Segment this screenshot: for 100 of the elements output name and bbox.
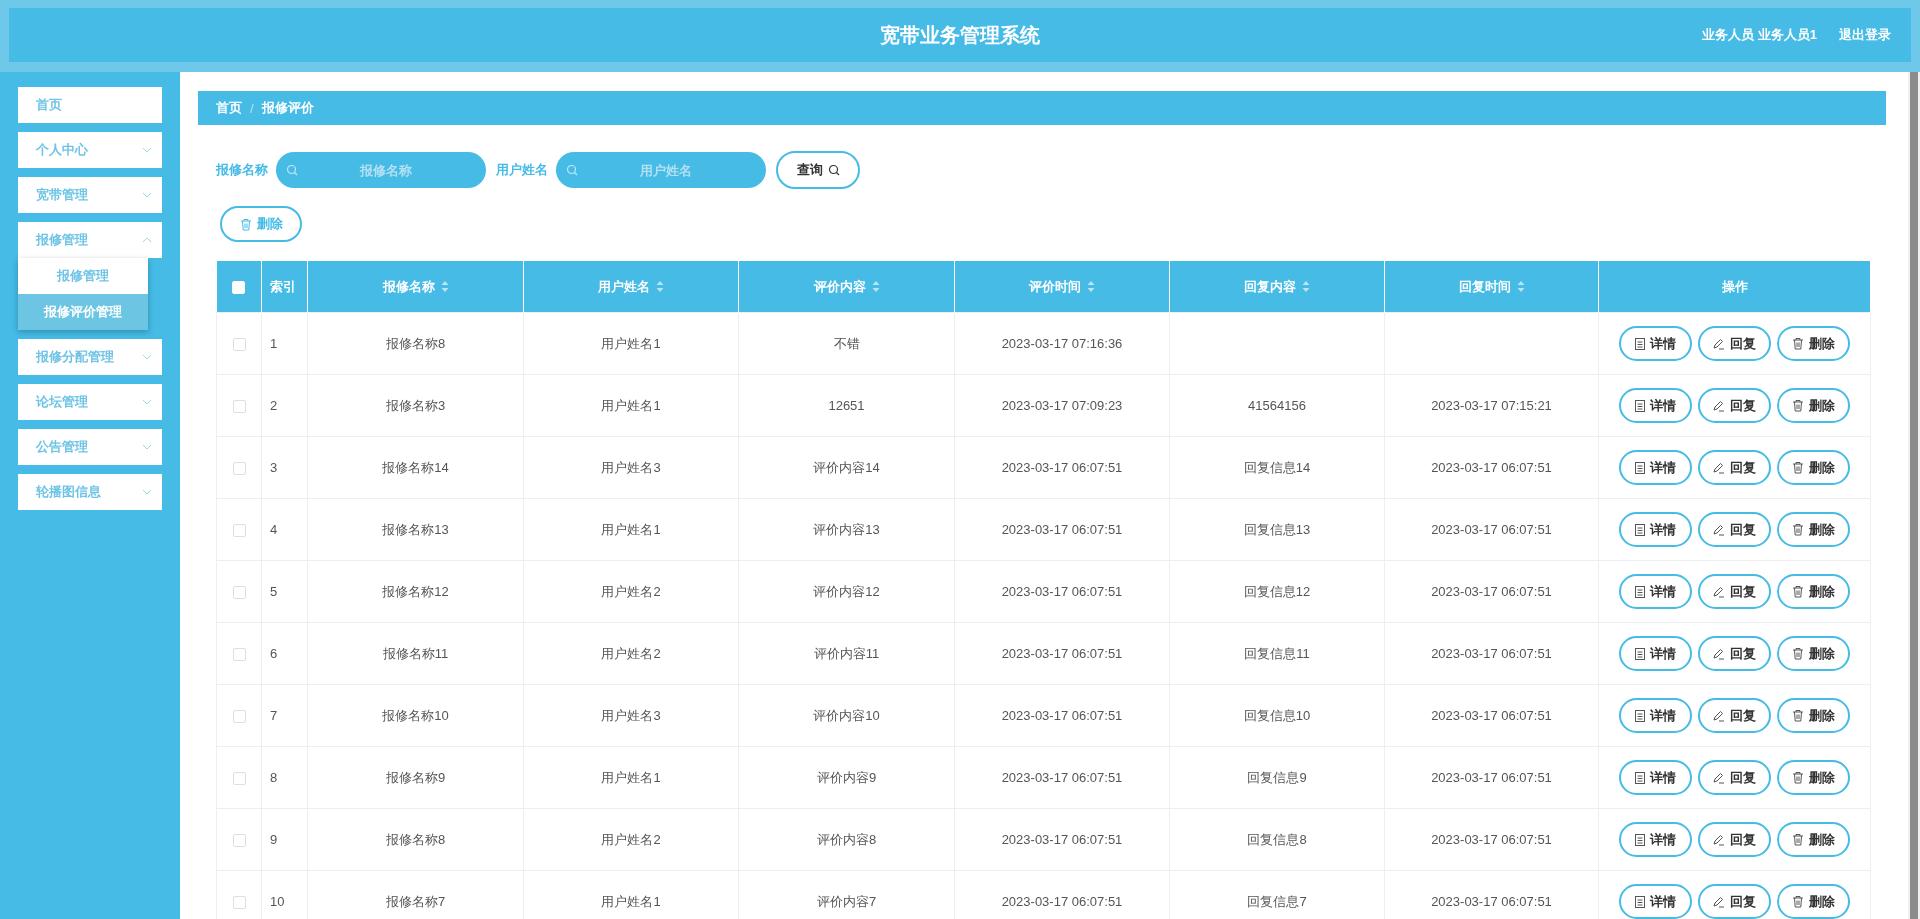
sort-icon[interactable] (1087, 280, 1095, 292)
row-checkbox[interactable] (232, 648, 246, 662)
row-checkbox[interactable] (232, 896, 246, 910)
row-action-button[interactable]: 删除 (1777, 698, 1850, 733)
row-action-button[interactable]: 回复 (1698, 884, 1771, 919)
row-checkbox[interactable] (232, 338, 246, 352)
table-cell: 评价内容14 (813, 459, 880, 475)
chevron-icon (142, 192, 152, 198)
table-cell: 评价内容10 (813, 707, 880, 723)
table-cell: 2023-03-17 07:09:23 (1001, 398, 1123, 413)
app-title: 宽带业务管理系统 (880, 22, 1040, 48)
table-cell: 2023-03-17 06:07:51 (1431, 708, 1552, 723)
row-action-button[interactable]: 回复 (1698, 822, 1771, 857)
row-checkbox[interactable] (232, 710, 246, 724)
field-label: 用户姓名 (496, 161, 548, 179)
row-action-button[interactable]: 详情 (1619, 822, 1692, 857)
table-cell: 2023-03-17 06:07:51 (1431, 894, 1552, 909)
row-action-button[interactable]: 详情 (1619, 760, 1692, 795)
row-action-button[interactable]: 删除 (1777, 822, 1850, 857)
pencil-icon (1713, 523, 1725, 536)
row-action-button[interactable]: 删除 (1777, 760, 1850, 795)
row-action-button[interactable]: 回复 (1698, 698, 1771, 733)
table-cell: 7 (270, 708, 278, 723)
row-action-button[interactable]: 详情 (1619, 326, 1692, 361)
row-action-button[interactable]: 回复 (1698, 636, 1771, 671)
search-field[interactable]: 报修名称 (276, 152, 486, 188)
row-checkbox[interactable] (232, 834, 246, 848)
sort-icon[interactable] (1516, 280, 1525, 292)
row-action-button[interactable]: 删除 (1777, 450, 1850, 485)
table-cell: 评价内容11 (813, 645, 880, 661)
table-cell: 报修名称14 (382, 459, 449, 475)
row-checkbox[interactable] (232, 772, 246, 786)
table-cell: 1 (270, 336, 278, 351)
table-cell: 评价内容13 (813, 521, 880, 537)
row-action-button[interactable]: 回复 (1698, 450, 1771, 485)
table-cell: 2023-03-17 06:07:51 (1001, 460, 1123, 475)
table-cell: 2023-03-17 06:07:51 (1431, 522, 1552, 537)
table-cell: 报修名称12 (382, 583, 449, 599)
row-action-button[interactable]: 详情 (1619, 698, 1692, 733)
pencil-icon (1713, 461, 1725, 474)
trash-icon (1792, 833, 1804, 846)
table-cell: 2023-03-17 07:16:36 (1001, 336, 1123, 351)
table-cell: 回复信息13 (1243, 521, 1311, 537)
row-action-button[interactable]: 删除 (1777, 636, 1850, 671)
pencil-icon (1713, 399, 1725, 412)
row-action-button[interactable]: 删除 (1777, 884, 1850, 919)
row-checkbox[interactable] (232, 524, 246, 538)
row-action-button[interactable]: 回复 (1698, 388, 1771, 423)
table-cell: 2023-03-17 06:07:51 (1431, 460, 1552, 475)
table-cell: 回复信息8 (1247, 831, 1307, 847)
table-cell: 回复信息7 (1247, 893, 1307, 909)
row-action-button[interactable]: 详情 (1619, 450, 1692, 485)
sort-icon[interactable] (1302, 280, 1310, 292)
search-field[interactable]: 用户姓名 (556, 152, 766, 188)
table-cell: 用户姓名3 (601, 707, 661, 723)
table-cell: 报修名称11 (382, 645, 449, 661)
table-cell: 2023-03-17 06:07:51 (1001, 522, 1123, 537)
table-cell: 10 (270, 894, 285, 909)
scrollbar[interactable] (1908, 72, 1920, 919)
select-all-checkbox[interactable] (232, 281, 246, 295)
table-cell: 2023-03-17 06:07:51 (1001, 832, 1123, 847)
row-action-button[interactable]: 回复 (1698, 512, 1771, 547)
chevron-icon (142, 354, 152, 360)
trash-icon (1792, 895, 1804, 908)
table-cell: 12651 (828, 398, 865, 413)
table-cell: 2023-03-17 06:07:51 (1001, 584, 1123, 599)
row-checkbox[interactable] (232, 400, 246, 414)
row-action-button[interactable]: 详情 (1619, 636, 1692, 671)
pencil-icon (1713, 833, 1725, 846)
row-action-button[interactable]: 删除 (1777, 388, 1850, 423)
table-cell: 报修名称8 (385, 335, 446, 351)
sort-icon[interactable] (871, 280, 880, 292)
row-action-button[interactable]: 详情 (1619, 884, 1692, 919)
table-cell: 回复信息11 (1244, 645, 1310, 661)
search-icon (566, 164, 578, 176)
row-action-button[interactable]: 删除 (1777, 326, 1850, 361)
row-action-button[interactable]: 详情 (1619, 574, 1692, 609)
sort-icon[interactable] (440, 280, 449, 292)
query-button[interactable]: 查询 (776, 151, 860, 189)
row-action-button[interactable]: 详情 (1619, 512, 1692, 547)
row-action-button[interactable]: 删除 (1777, 574, 1850, 609)
row-checkbox[interactable] (232, 462, 246, 476)
row-checkbox[interactable] (232, 586, 246, 600)
table-cell: 报修名称3 (385, 397, 446, 413)
table-cell: 回复信息9 (1247, 769, 1307, 785)
pencil-icon (1713, 337, 1725, 350)
chevron-icon (142, 489, 152, 495)
row-action-button[interactable]: 回复 (1698, 574, 1771, 609)
row-action-button[interactable]: 删除 (1777, 512, 1850, 547)
sort-icon[interactable] (656, 280, 664, 292)
pencil-icon (1713, 895, 1725, 908)
row-action-button[interactable]: 回复 (1698, 326, 1771, 361)
trash-icon (1792, 337, 1804, 350)
chevron-icon (142, 399, 152, 405)
table-cell: 2023-03-17 06:07:51 (1431, 646, 1552, 661)
row-action-button[interactable]: 详情 (1619, 388, 1692, 423)
breadcrumb-separator: / (250, 100, 254, 116)
row-action-button[interactable]: 回复 (1698, 760, 1771, 795)
chevron-icon (142, 237, 152, 243)
trash-icon (1792, 585, 1804, 598)
